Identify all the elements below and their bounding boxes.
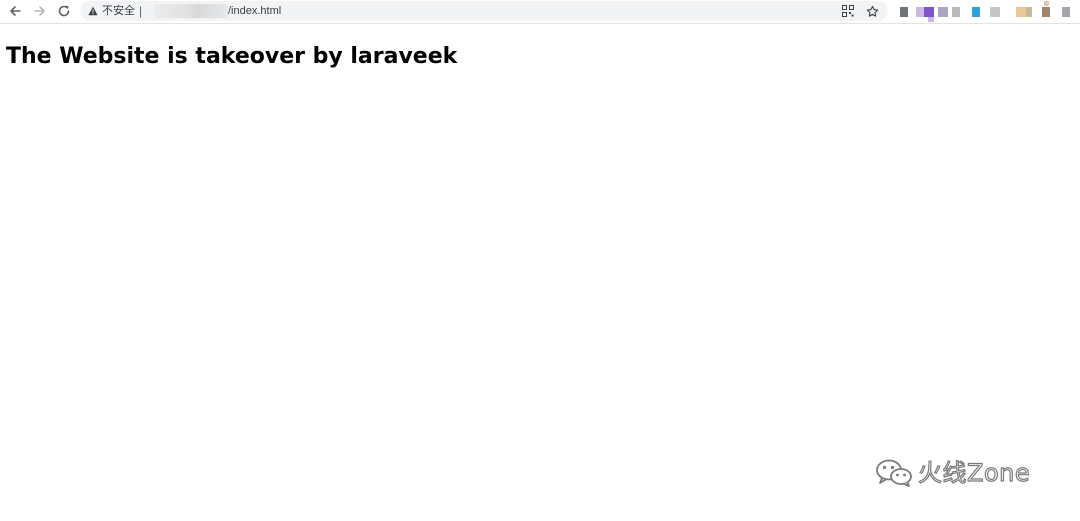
extension-icon[interactable] — [924, 7, 934, 17]
star-icon — [866, 5, 878, 17]
reload-icon — [58, 5, 70, 17]
extension-toolbar — [896, 1, 1080, 22]
extension-icon[interactable] — [972, 7, 980, 17]
qr-code-button[interactable] — [840, 3, 856, 19]
extension-icon[interactable] — [1016, 7, 1026, 17]
wechat-icon — [876, 459, 912, 487]
reload-button[interactable] — [55, 2, 73, 20]
arrow-left-icon — [10, 6, 21, 16]
security-label: 不安全 — [102, 5, 135, 17]
security-indicator[interactable]: 不安全 | — [88, 3, 142, 19]
security-divider: | — [139, 4, 143, 18]
redacted-host — [154, 4, 228, 18]
extension-icon[interactable] — [1042, 7, 1050, 17]
forward-button[interactable] — [31, 2, 49, 20]
watermark-text: 火线Zone — [917, 458, 1031, 487]
bookmark-button[interactable] — [864, 3, 880, 19]
qr-code-icon — [842, 5, 854, 17]
watermark: 火线Zone — [874, 456, 1030, 490]
extension-icon[interactable] — [990, 7, 1000, 17]
arrow-right-icon — [34, 6, 45, 16]
url-path[interactable]: /index.html — [228, 3, 281, 19]
extension-icon[interactable] — [916, 7, 924, 17]
back-button[interactable] — [6, 2, 24, 20]
extension-icon[interactable] — [1062, 7, 1070, 17]
extension-icon[interactable] — [938, 7, 948, 17]
page-heading: The Website is takeover by laraveek — [6, 44, 458, 69]
extension-icon[interactable] — [928, 17, 934, 22]
extension-icon[interactable] — [1044, 1, 1049, 6]
browser-toolbar: 不安全 | /index.html — [0, 0, 1080, 24]
warning-triangle-icon — [88, 6, 98, 16]
extension-icon[interactable] — [952, 7, 960, 17]
extension-icon[interactable] — [900, 7, 908, 17]
address-bar[interactable]: 不安全 | /index.html — [80, 1, 888, 21]
extension-icon[interactable] — [1026, 7, 1032, 17]
